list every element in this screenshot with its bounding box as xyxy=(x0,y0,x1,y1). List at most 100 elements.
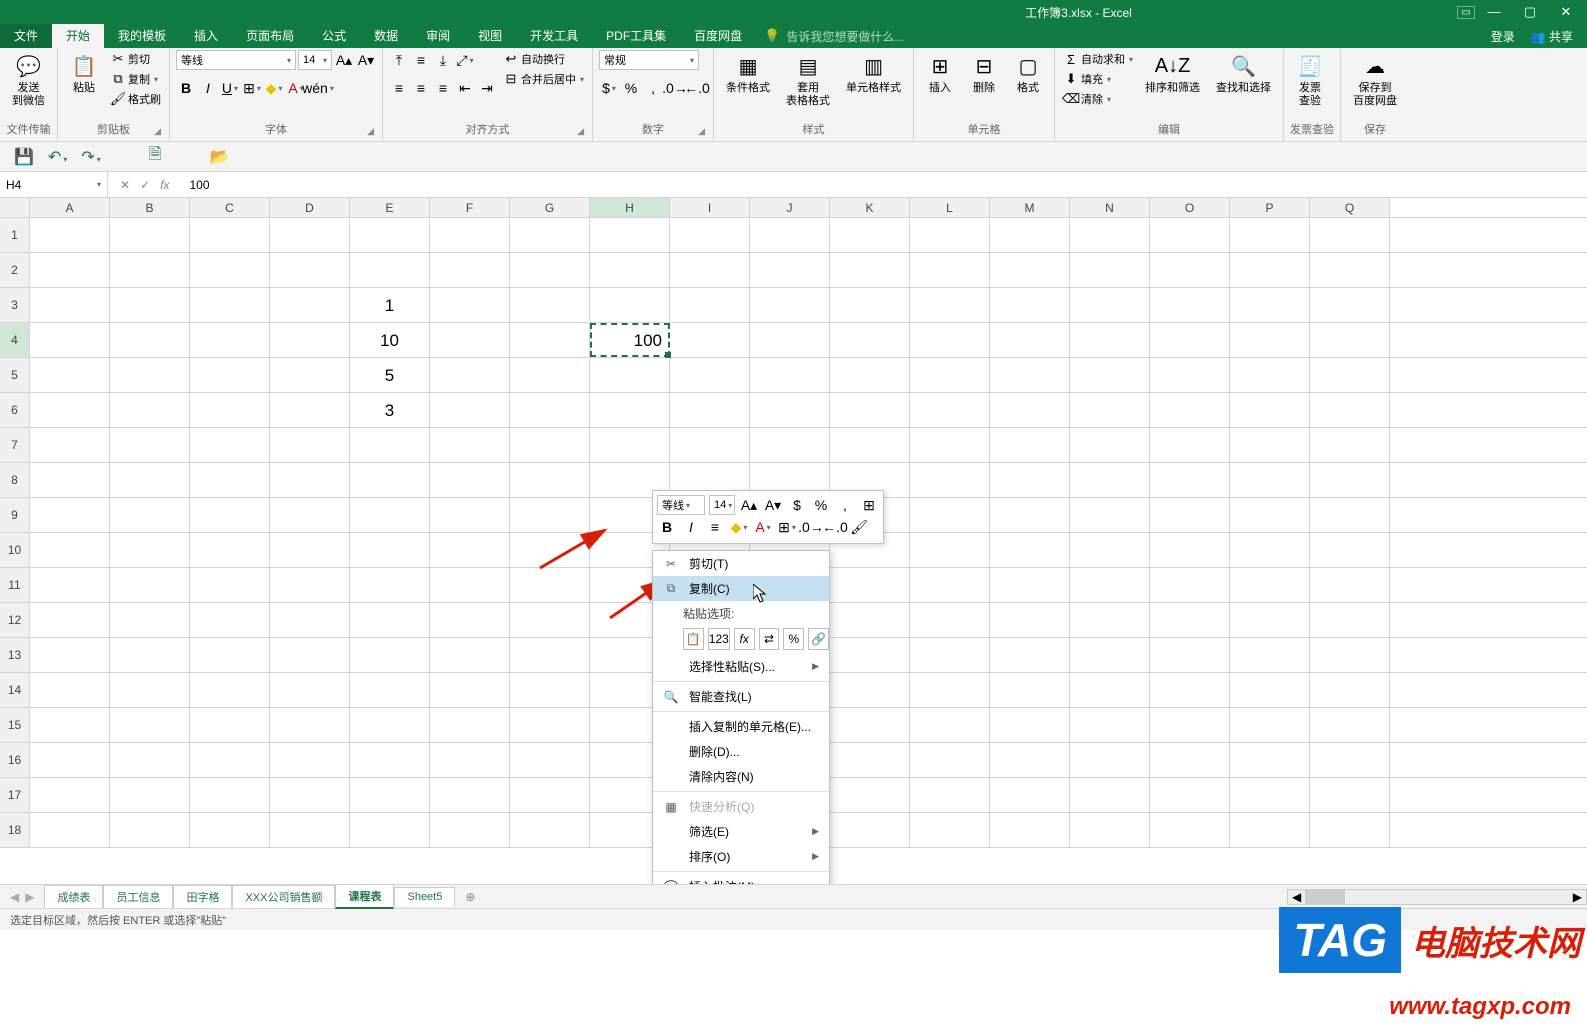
paste-button[interactable]: 📋 粘贴 xyxy=(64,50,104,97)
column-header[interactable]: F xyxy=(430,198,510,217)
phonetic-button[interactable]: wén▾ xyxy=(308,78,328,98)
launcher-icon[interactable]: ◢ xyxy=(698,126,705,137)
delete-cells-button[interactable]: ⊟删除 xyxy=(964,50,1004,97)
cell[interactable] xyxy=(1070,673,1150,707)
cell[interactable] xyxy=(510,743,590,777)
cell[interactable] xyxy=(1310,288,1390,322)
paste-formatting-icon[interactable]: % xyxy=(783,628,804,650)
currency-icon[interactable]: $▾ xyxy=(599,78,619,98)
cell[interactable] xyxy=(30,778,110,812)
ctx-delete[interactable]: 删除(D)... xyxy=(653,739,829,764)
cell[interactable] xyxy=(110,673,190,707)
tab-developer[interactable]: 开发工具 xyxy=(516,24,592,48)
row-header[interactable]: 2 xyxy=(0,253,30,287)
cell[interactable] xyxy=(990,778,1070,812)
table-format-button[interactable]: ▤套用表格格式 xyxy=(780,50,836,110)
column-header[interactable]: D xyxy=(270,198,350,217)
cell[interactable] xyxy=(430,603,510,637)
cell[interactable] xyxy=(670,253,750,287)
cell[interactable] xyxy=(990,813,1070,847)
cell[interactable] xyxy=(750,393,830,427)
ctx-insert-comment[interactable]: 💬插入批注(M) xyxy=(653,874,829,884)
minimize-icon[interactable]: — xyxy=(1485,4,1503,20)
cell[interactable] xyxy=(590,428,670,462)
cell[interactable] xyxy=(110,778,190,812)
cell[interactable] xyxy=(910,253,990,287)
cell[interactable] xyxy=(990,533,1070,567)
cell[interactable] xyxy=(750,288,830,322)
cell[interactable] xyxy=(190,673,270,707)
cell[interactable] xyxy=(1230,498,1310,532)
cell[interactable] xyxy=(430,638,510,672)
row-header[interactable]: 6 xyxy=(0,393,30,427)
mini-decrease-font-icon[interactable]: A▾ xyxy=(763,495,783,515)
cell[interactable] xyxy=(1310,568,1390,602)
cell[interactable] xyxy=(910,603,990,637)
column-header[interactable]: O xyxy=(1150,198,1230,217)
cell[interactable] xyxy=(30,323,110,357)
ctx-sort[interactable]: 排序(O)▶ xyxy=(653,844,829,869)
cell[interactable] xyxy=(190,603,270,637)
cell[interactable] xyxy=(1070,498,1150,532)
cell[interactable] xyxy=(910,393,990,427)
cell[interactable] xyxy=(1150,498,1230,532)
cell[interactable] xyxy=(1230,568,1310,602)
cell[interactable] xyxy=(270,603,350,637)
cell[interactable] xyxy=(270,638,350,672)
cell[interactable] xyxy=(750,358,830,392)
cell[interactable] xyxy=(430,463,510,497)
mini-increase-font-icon[interactable]: A▴ xyxy=(739,495,759,515)
cell[interactable] xyxy=(430,288,510,322)
undo-icon[interactable]: ↶▾ xyxy=(48,147,67,167)
comma-icon[interactable]: , xyxy=(643,78,663,98)
cell[interactable] xyxy=(270,463,350,497)
font-size-select[interactable]: 14▾ xyxy=(298,50,332,70)
row-header[interactable]: 11 xyxy=(0,568,30,602)
sort-filter-button[interactable]: A↓Z排序和筛选 xyxy=(1139,50,1206,97)
cell[interactable] xyxy=(190,778,270,812)
tab-home[interactable]: 开始 xyxy=(52,24,104,48)
mini-percent-icon[interactable]: % xyxy=(811,495,831,515)
cell[interactable] xyxy=(110,813,190,847)
cell[interactable] xyxy=(510,813,590,847)
cell[interactable] xyxy=(990,218,1070,252)
cell[interactable] xyxy=(350,638,430,672)
cell[interactable] xyxy=(1310,673,1390,707)
sheet-tab[interactable]: XXX公司销售额 xyxy=(232,885,335,908)
paste-transpose-icon[interactable]: ⇄ xyxy=(759,628,780,650)
launcher-icon[interactable]: ◢ xyxy=(367,126,374,137)
cell[interactable] xyxy=(510,288,590,322)
row-header[interactable]: 3 xyxy=(0,288,30,322)
share-button[interactable]: 👥 共享 xyxy=(1531,28,1573,45)
launcher-icon[interactable]: ◢ xyxy=(154,126,161,137)
cell[interactable] xyxy=(30,463,110,497)
cell[interactable] xyxy=(1070,428,1150,462)
cell[interactable] xyxy=(350,743,430,777)
cell[interactable] xyxy=(1150,393,1230,427)
fill-color-button[interactable]: ◆▾ xyxy=(264,78,284,98)
row-header[interactable]: 12 xyxy=(0,603,30,637)
column-header[interactable]: E xyxy=(350,198,430,217)
row-header[interactable]: 17 xyxy=(0,778,30,812)
cell[interactable] xyxy=(350,778,430,812)
cell[interactable] xyxy=(830,568,910,602)
sheet-tab[interactable]: 成绩表 xyxy=(44,885,103,908)
mini-fill-icon[interactable]: ◆▾ xyxy=(729,517,749,537)
cell[interactable] xyxy=(910,463,990,497)
cell[interactable] xyxy=(1070,778,1150,812)
cell[interactable] xyxy=(110,393,190,427)
cell[interactable] xyxy=(1230,393,1310,427)
cell[interactable]: 5 xyxy=(350,358,430,392)
cell[interactable] xyxy=(910,288,990,322)
cell[interactable] xyxy=(350,428,430,462)
cell[interactable] xyxy=(910,743,990,777)
cell[interactable] xyxy=(1070,743,1150,777)
cell[interactable] xyxy=(1070,288,1150,322)
cell[interactable] xyxy=(1070,253,1150,287)
cell[interactable] xyxy=(830,708,910,742)
cell[interactable] xyxy=(1230,358,1310,392)
cell[interactable] xyxy=(1310,253,1390,287)
align-center-icon[interactable]: ≡ xyxy=(411,78,431,98)
cell[interactable] xyxy=(1310,218,1390,252)
cell[interactable] xyxy=(670,288,750,322)
